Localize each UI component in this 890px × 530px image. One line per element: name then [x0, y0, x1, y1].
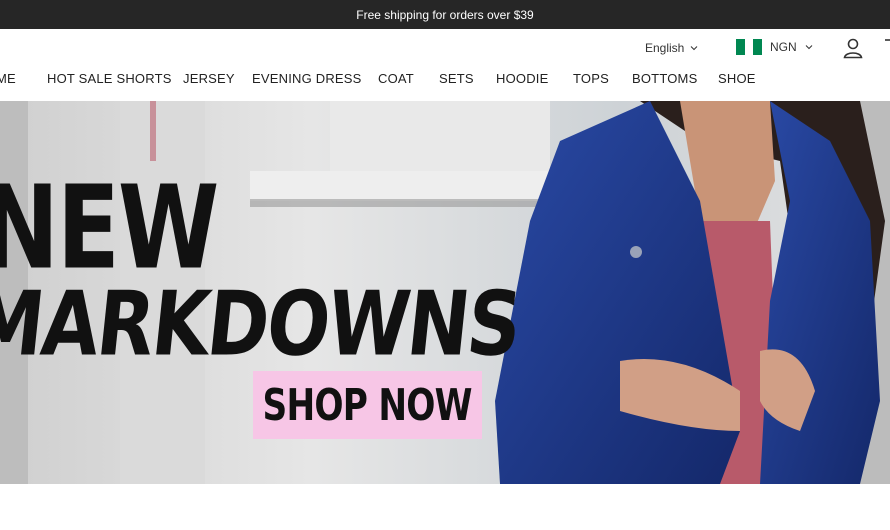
hero-headline-markdowns: MARKDOWNS — [0, 273, 525, 377]
nav-item-coat[interactable]: COAT — [378, 71, 414, 86]
nav-item-home[interactable]: ME — [0, 71, 16, 86]
hero-banner[interactable]: NEW MARKDOWNS SHOP NOW — [0, 101, 890, 484]
cart-icon[interactable] — [884, 37, 890, 51]
main-navigation: ME HOT SALE SHORTS JERSEY EVENING DRESS … — [0, 65, 890, 102]
shop-now-label: SHOP NOW — [262, 379, 473, 431]
nav-item-sets[interactable]: SETS — [439, 71, 474, 86]
announcement-bar: Free shipping for orders over $39 — [0, 0, 890, 29]
chevron-down-icon — [691, 46, 698, 51]
nav-item-hoodie[interactable]: HOODIE — [496, 71, 548, 86]
nav-item-tops[interactable]: TOPS — [573, 71, 609, 86]
currency-label: NGN — [770, 40, 797, 54]
language-label: English — [645, 41, 685, 55]
nigeria-flag-icon — [736, 39, 763, 55]
announcement-text: Free shipping for orders over $39 — [356, 7, 534, 22]
nav-item-jersey[interactable]: JERSEY — [183, 71, 235, 86]
chevron-down-icon — [805, 45, 813, 50]
nav-item-bottoms[interactable]: BOTTOMS — [632, 71, 697, 86]
nav-item-shoe[interactable]: SHOE — [718, 71, 756, 86]
account-icon[interactable] — [842, 37, 864, 59]
utility-bar: English NGN — [0, 29, 890, 65]
currency-selector[interactable]: NGN — [736, 39, 813, 55]
shop-now-button[interactable]: SHOP NOW — [253, 371, 482, 439]
nav-item-evening-dress[interactable]: EVENING DRESS — [252, 71, 362, 86]
language-selector[interactable]: English — [645, 41, 698, 55]
nav-item-hot-sale-shorts[interactable]: HOT SALE SHORTS — [47, 71, 172, 86]
